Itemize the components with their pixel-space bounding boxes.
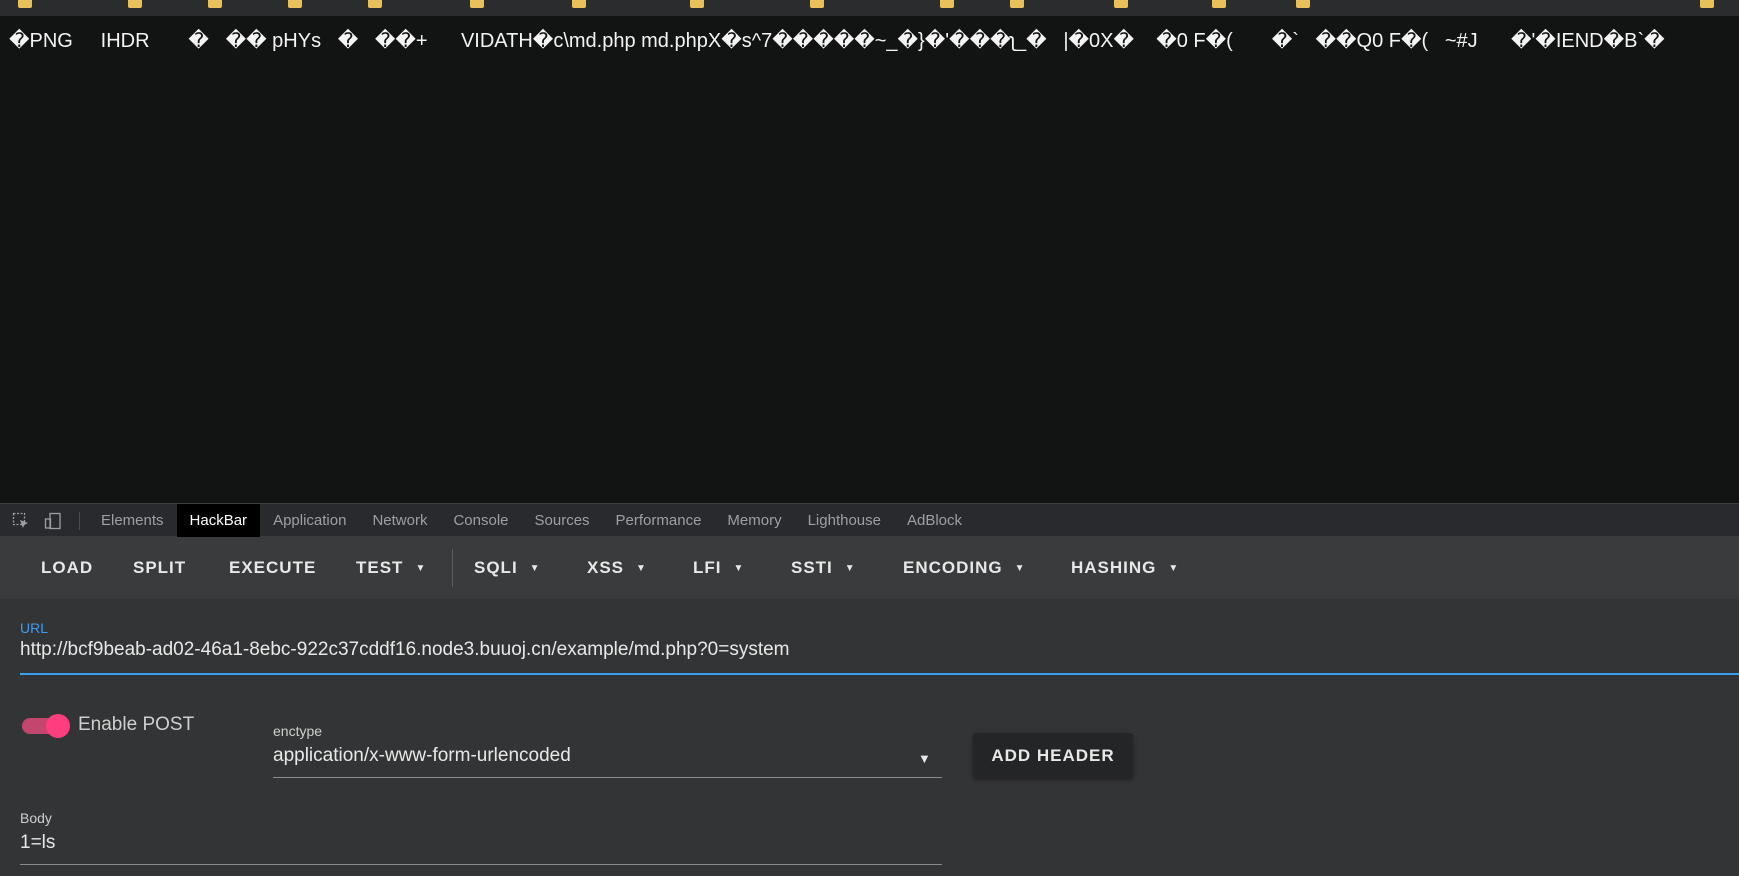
toggle-knob [46, 714, 70, 738]
tab-network[interactable]: Network [359, 504, 440, 537]
bookmark-folder-icon[interactable] [1212, 0, 1226, 8]
body-input[interactable]: 1=ls [20, 832, 55, 854]
body-input-underline [20, 864, 942, 865]
dropdown-caret-icon: ▼ [1014, 563, 1026, 574]
ssti-menu-label: SSTI [791, 558, 833, 577]
url-input-underline [20, 673, 1739, 675]
page-output: �PNG IHDR � �� pHYs � ��+ VIDATH�c\md.ph… [0, 16, 1739, 503]
bookmark-folder-icon[interactable] [572, 0, 586, 8]
hashing-menu-button[interactable]: HASHING ▼ [1071, 537, 1179, 599]
xss-menu-label: XSS [587, 558, 625, 577]
body-label: Body [20, 810, 52, 826]
bookmark-folder-icon[interactable] [940, 0, 954, 8]
test-menu-button[interactable]: TEST ▼ [356, 537, 426, 599]
tab-adblock[interactable]: AdBlock [894, 504, 975, 537]
url-input[interactable]: http://bcf9beab-ad02-46a1-8ebc-922c37cdd… [20, 639, 790, 661]
load-button-label: LOAD [41, 558, 94, 577]
hashing-menu-label: HASHING [1071, 558, 1157, 577]
enctype-select[interactable]: application/x-www-form-urlencoded [273, 745, 571, 767]
device-toolbar-icon[interactable] [44, 512, 62, 530]
tab-hackbar[interactable]: HackBar [176, 504, 261, 537]
bookmark-folder-icon[interactable] [690, 0, 704, 8]
bookmark-folder-icon[interactable] [128, 0, 142, 8]
ssti-menu-button[interactable]: SSTI ▼ [791, 537, 856, 599]
sqli-menu-label: SQLI [474, 558, 518, 577]
enctype-label: enctype [273, 723, 323, 739]
url-label: URL [20, 620, 49, 636]
toolbar-divider [452, 549, 453, 587]
bookmark-folder-icon[interactable] [1700, 0, 1714, 8]
add-header-button[interactable]: ADD HEADER [973, 733, 1133, 778]
test-menu-label: TEST [356, 558, 404, 577]
devtools-tabbar: Elements HackBar Application Network Con… [0, 503, 1739, 537]
bookmark-folder-icon[interactable] [470, 0, 484, 8]
bookmark-folder-icon[interactable] [1296, 0, 1310, 8]
hackbar-toolbar: LOAD SPLIT EXECUTE TEST ▼ SQLI ▼ XSS ▼ LFI ▼… [0, 537, 1739, 599]
dropdown-caret-icon: ▼ [529, 563, 541, 574]
dropdown-caret-icon: ▼ [844, 563, 856, 574]
lfi-menu-button[interactable]: LFI ▼ [693, 537, 744, 599]
dropdown-caret-icon: ▼ [733, 563, 745, 574]
bookmark-folder-icon[interactable] [288, 0, 302, 8]
tab-memory[interactable]: Memory [714, 504, 794, 537]
raw-response-text: �PNG IHDR � �� pHYs � ��+ VIDATH�c\md.ph… [9, 30, 1665, 52]
tab-lighthouse[interactable]: Lighthouse [795, 504, 894, 537]
load-button[interactable]: LOAD [41, 537, 93, 599]
dropdown-caret-icon: ▼ [415, 563, 427, 574]
split-button-label: SPLIT [133, 558, 187, 577]
enctype-underline [273, 777, 942, 778]
xss-menu-button[interactable]: XSS ▼ [587, 537, 647, 599]
enable-post-toggle[interactable] [22, 713, 70, 738]
dropdown-caret-icon: ▼ [636, 563, 647, 574]
encoding-menu-label: ENCODING [903, 558, 1003, 577]
tab-sources[interactable]: Sources [522, 504, 603, 537]
bookmark-folder-icon[interactable] [368, 0, 382, 8]
inspect-element-icon[interactable] [12, 512, 30, 530]
bookmark-folder-icon[interactable] [810, 0, 824, 8]
toolbar-divider [79, 512, 80, 530]
execute-button-label: EXECUTE [229, 558, 317, 577]
lfi-menu-label: LFI [693, 558, 722, 577]
split-button[interactable]: SPLIT [133, 537, 186, 599]
tab-application[interactable]: Application [260, 504, 359, 537]
execute-button[interactable]: EXECUTE [229, 537, 316, 599]
hackbar-panel: LOAD SPLIT EXECUTE TEST ▼ SQLI ▼ XSS ▼ LFI ▼… [0, 537, 1739, 876]
chevron-down-icon[interactable]: ▼ [918, 751, 931, 766]
bookmark-folder-icon[interactable] [1114, 0, 1128, 8]
sqli-menu-button[interactable]: SQLI ▼ [474, 537, 541, 599]
bookmarks-bar [0, 0, 1739, 16]
tab-performance[interactable]: Performance [603, 504, 715, 537]
enable-post-label: Enable POST [78, 714, 195, 735]
tab-elements[interactable]: Elements [88, 504, 177, 537]
devtools-tabs: Elements HackBar Application Network Con… [88, 504, 975, 537]
tab-console[interactable]: Console [440, 504, 521, 537]
bookmark-folder-icon[interactable] [208, 0, 222, 8]
dropdown-caret-icon: ▼ [1168, 563, 1180, 574]
bookmark-folder-icon[interactable] [18, 0, 32, 8]
encoding-menu-button[interactable]: ENCODING ▼ [903, 537, 1026, 599]
bookmark-folder-icon[interactable] [1010, 0, 1024, 8]
